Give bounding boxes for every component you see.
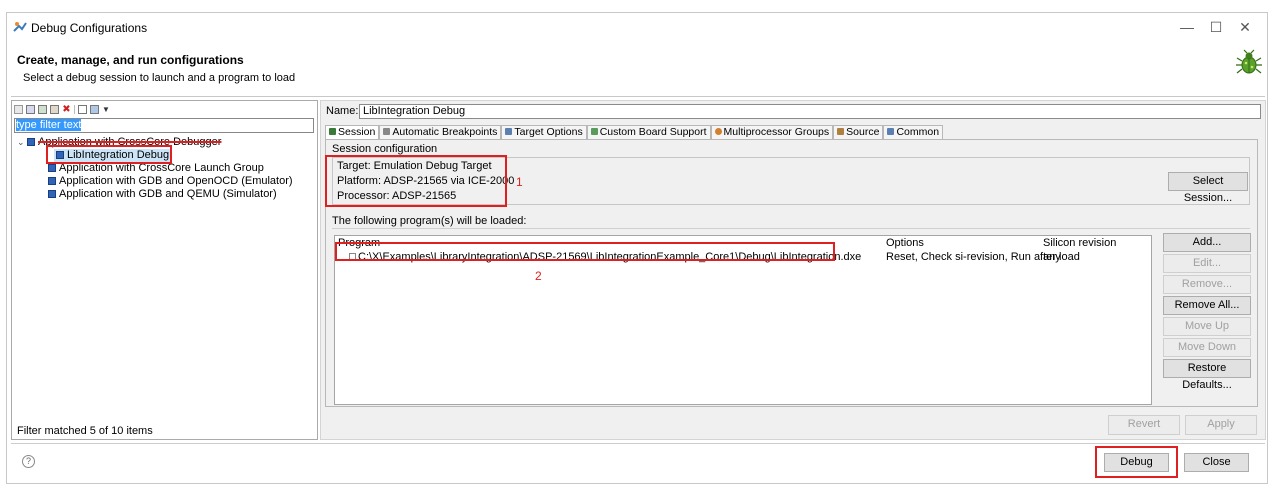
select-session-button[interactable]: Select Session... bbox=[1168, 172, 1248, 204]
move-down-button[interactable]: Move Down bbox=[1163, 338, 1251, 357]
tab-source[interactable]: Source bbox=[833, 125, 884, 139]
config-tabs: Session Automatic Breakpoints Target Opt… bbox=[325, 125, 944, 139]
tree-item-label: Application with GDB and QEMU (Simulator… bbox=[59, 188, 277, 200]
tree-item-label: Application with GDB and OpenOCD (Emulat… bbox=[59, 175, 293, 187]
column-header-options[interactable]: Options bbox=[886, 237, 924, 249]
tab-label: Automatic Breakpoints bbox=[392, 126, 498, 138]
multiprocessor-icon bbox=[714, 128, 722, 135]
program-silicon-revision: any bbox=[1043, 251, 1061, 263]
maximize-button[interactable]: ☐ bbox=[1206, 19, 1226, 35]
tab-custom-board-support[interactable]: Custom Board Support bbox=[586, 125, 711, 139]
footer-divider bbox=[11, 443, 1265, 444]
session-configuration-label: Session configuration bbox=[332, 143, 438, 155]
tab-label: Multiprocessor Groups bbox=[723, 126, 830, 138]
export-icon[interactable] bbox=[38, 104, 47, 114]
programs-divider bbox=[332, 228, 1250, 229]
launch-type-icon bbox=[48, 164, 56, 172]
tab-label: Session bbox=[338, 126, 376, 138]
title-bar: Debug Configurations — ☐ ✕ bbox=[7, 13, 1267, 41]
remove-button[interactable]: Remove... bbox=[1163, 275, 1251, 294]
debug-configurations-icon bbox=[13, 22, 27, 32]
filter-status: Filter matched 5 of 10 items bbox=[17, 425, 153, 437]
tab-label: Common bbox=[896, 126, 940, 138]
collapse-all-icon[interactable] bbox=[78, 104, 87, 114]
common-icon bbox=[887, 128, 895, 135]
column-header-silicon[interactable]: Silicon revision bbox=[1043, 237, 1116, 249]
help-icon[interactable]: ? bbox=[22, 455, 35, 468]
minimize-button[interactable]: — bbox=[1177, 19, 1197, 35]
board-icon bbox=[590, 128, 598, 135]
filter-text: type filter text bbox=[16, 119, 82, 131]
revert-button[interactable]: Revert bbox=[1108, 415, 1180, 435]
tab-common[interactable]: Common bbox=[883, 125, 944, 139]
toolbar-separator bbox=[74, 104, 75, 114]
source-icon bbox=[837, 128, 845, 135]
restore-defaults-button[interactable]: Restore Defaults... bbox=[1163, 359, 1251, 391]
close-window-button[interactable]: ✕ bbox=[1235, 19, 1255, 35]
launch-type-icon bbox=[48, 177, 56, 185]
tab-session[interactable]: Session bbox=[325, 125, 380, 139]
chevron-down-icon[interactable]: ▼ bbox=[102, 105, 111, 114]
tree-toolbar: ✖ ▼ bbox=[14, 103, 111, 115]
duplicate-icon[interactable] bbox=[50, 104, 59, 114]
tab-label: Target Options bbox=[514, 126, 583, 138]
delete-icon[interactable]: ✖ bbox=[62, 104, 71, 114]
session-icon bbox=[329, 128, 336, 135]
bug-icon bbox=[1236, 49, 1262, 74]
name-field[interactable]: LibIntegration Debug bbox=[359, 104, 1261, 119]
tab-label: Custom Board Support bbox=[599, 126, 707, 138]
debug-configurations-window: Debug Configurations — ☐ ✕ Create, manag… bbox=[6, 12, 1268, 484]
annotation-label-1: 1 bbox=[516, 175, 523, 189]
filter-icon[interactable] bbox=[90, 104, 99, 114]
annotation-box-session bbox=[325, 155, 507, 207]
annotation-box-selected-config bbox=[46, 145, 172, 164]
programs-label: The following program(s) will be loaded: bbox=[332, 215, 527, 227]
tab-target-options[interactable]: Target Options bbox=[501, 125, 587, 139]
filter-input[interactable]: type filter text bbox=[14, 118, 314, 133]
launch-type-icon bbox=[27, 138, 35, 146]
apply-button[interactable]: Apply bbox=[1185, 415, 1257, 435]
chevron-down-icon[interactable]: ⌄ bbox=[17, 136, 27, 149]
configuration-editor: Name: LibIntegration Debug Session Autom… bbox=[320, 100, 1266, 440]
dialog-heading: Create, manage, and run configurations bbox=[17, 53, 244, 67]
breakpoint-icon bbox=[383, 128, 391, 135]
dialog-subheading: Select a debug session to launch and a p… bbox=[23, 72, 296, 84]
tab-automatic-breakpoints[interactable]: Automatic Breakpoints bbox=[379, 125, 502, 139]
annotation-box-program bbox=[335, 242, 835, 261]
target-options-icon bbox=[505, 128, 513, 135]
close-button[interactable]: Close bbox=[1184, 453, 1249, 472]
launch-type-icon bbox=[48, 190, 56, 198]
tree-item-gdb-qemu[interactable]: Application with GDB and QEMU (Simulator… bbox=[12, 188, 317, 201]
tab-multiprocessor-groups[interactable]: Multiprocessor Groups bbox=[710, 125, 834, 139]
window-title: Debug Configurations bbox=[31, 21, 148, 35]
name-label: Name: bbox=[326, 105, 359, 117]
annotation-label-2: 2 bbox=[535, 269, 542, 283]
remove-all-button[interactable]: Remove All... bbox=[1163, 296, 1251, 315]
move-up-button[interactable]: Move Up bbox=[1163, 317, 1251, 336]
edit-button[interactable]: Edit... bbox=[1163, 254, 1251, 273]
new-prototype-icon[interactable] bbox=[26, 104, 35, 114]
tree-item-gdb-openocd[interactable]: Application with GDB and OpenOCD (Emulat… bbox=[12, 175, 317, 188]
header-divider bbox=[11, 96, 1265, 97]
new-configuration-icon[interactable] bbox=[14, 104, 23, 114]
add-button[interactable]: Add... bbox=[1163, 233, 1251, 252]
tab-label: Source bbox=[846, 126, 880, 138]
annotation-box-debug bbox=[1095, 446, 1178, 478]
